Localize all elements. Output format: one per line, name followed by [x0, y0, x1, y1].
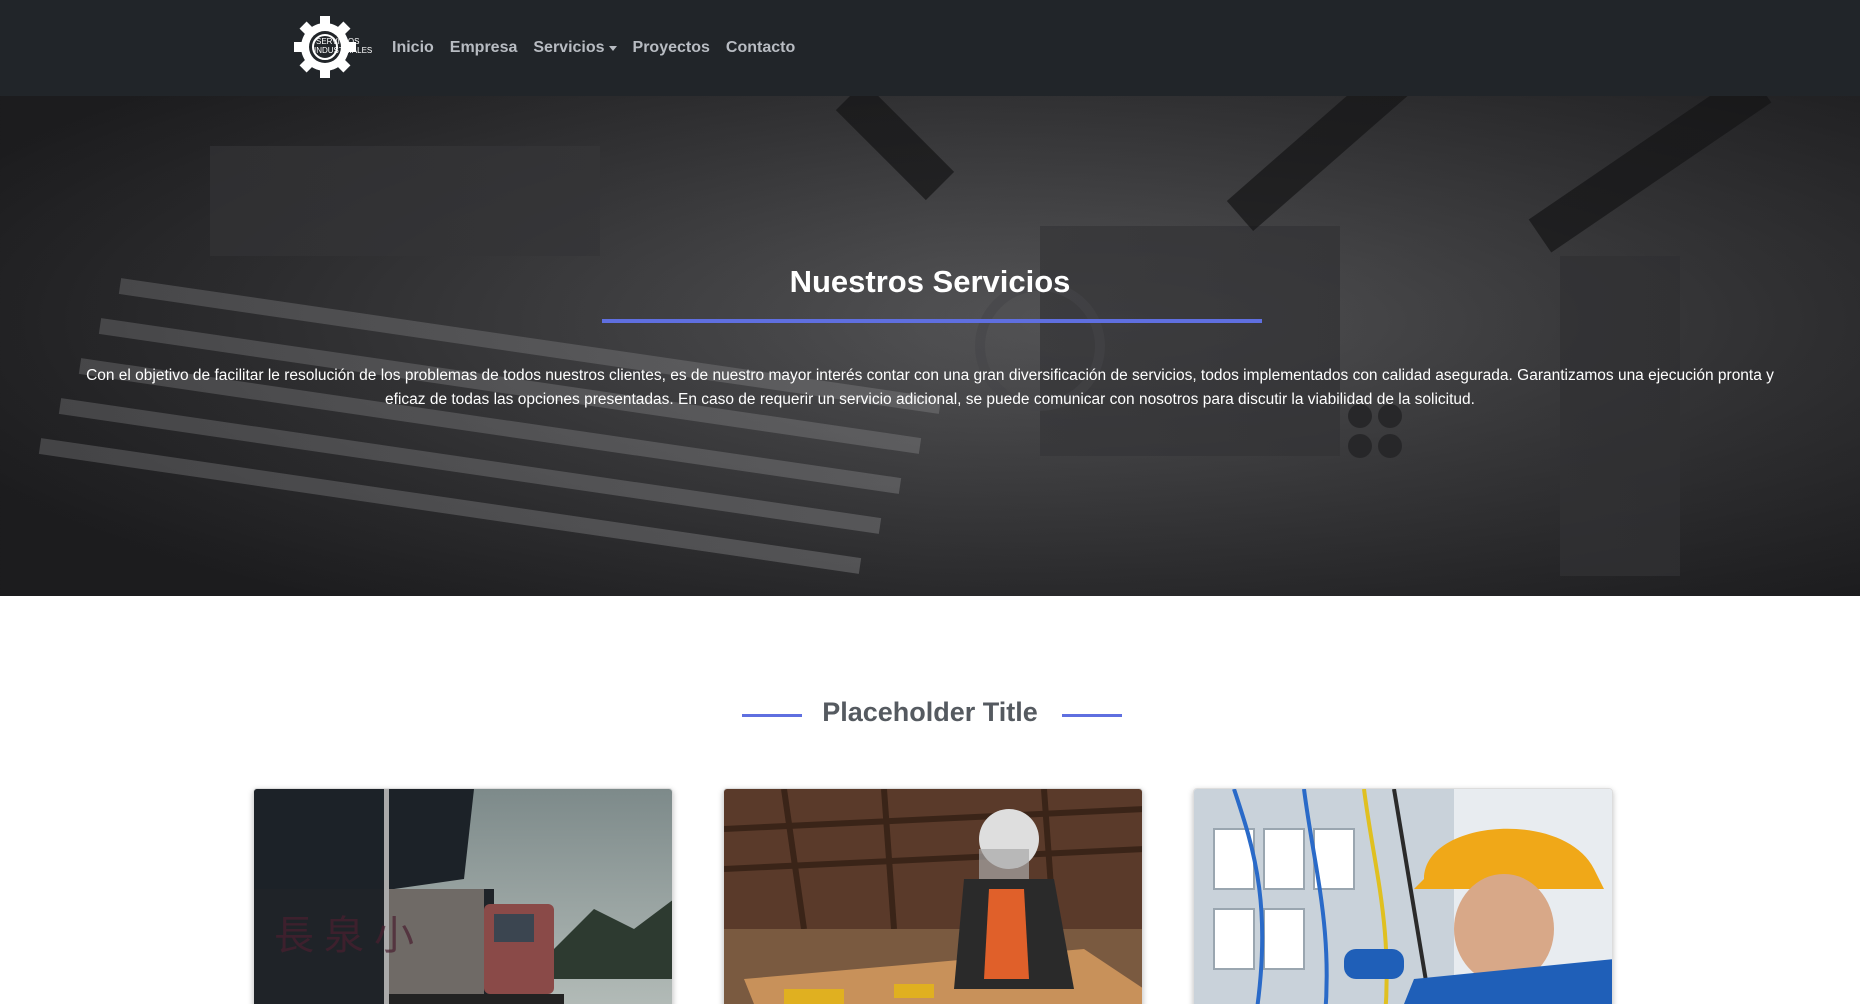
- hero-title: Nuestros Servicios: [789, 264, 1071, 299]
- nav-link-inicio[interactable]: Inicio: [392, 39, 434, 57]
- nav-link-proyectos[interactable]: Proyectos: [633, 39, 710, 57]
- nav-link-proyectos-label: Proyectos: [632, 39, 710, 56]
- service-card-fabrication[interactable]: [723, 788, 1143, 1004]
- section-title: Placeholder Title: [822, 697, 1038, 727]
- service-card-transport[interactable]: 長 泉 小: [253, 788, 673, 1004]
- nav-link-servicios-label: Servicios: [533, 39, 605, 56]
- nav-link-contacto-label: Contacto: [725, 39, 796, 56]
- hero-banner: Nuestros Servicios Con el objetivo de fa…: [0, 96, 1860, 596]
- svg-text:INDUSTRIALES: INDUSTRIALES: [314, 46, 372, 55]
- truck-photo-image: 長 泉 小: [254, 789, 672, 1004]
- electrician-photo-image: [1194, 789, 1612, 1004]
- gear-logo-icon: SERVICIOS INDUSTRIALES: [294, 16, 372, 78]
- company-logo[interactable]: SERVICIOS INDUSTRIALES: [292, 14, 374, 80]
- nav-link-inicio-label: Inicio: [392, 39, 434, 56]
- hero-title-underline: [602, 319, 1262, 323]
- worker-welding-photo-image: [724, 789, 1142, 1004]
- navbar: SERVICIOS INDUSTRIALES Inicio Empresa Se…: [0, 0, 1860, 96]
- hero-description-line2: eficaz de todas las opciones presentadas…: [385, 391, 1475, 408]
- svg-text:SERVICIOS: SERVICIOS: [316, 37, 359, 46]
- nav-link-empresa[interactable]: Empresa: [450, 39, 518, 57]
- service-card-electrical[interactable]: [1193, 788, 1613, 1004]
- section-title-right-line: [1062, 714, 1122, 717]
- svg-text:長 泉 小: 長 泉 小: [274, 913, 414, 958]
- hero-description: Con el objetivo de facilitar le resoluci…: [60, 364, 1800, 412]
- nav-link-empresa-label: Empresa: [449, 39, 518, 56]
- hero-description-line1: Con el objetivo de facilitar le resoluci…: [86, 367, 1774, 384]
- nav-dropdown-servicios[interactable]: Servicios: [533, 39, 617, 57]
- caret-down-icon: [608, 45, 617, 51]
- nav-menu: Inicio Empresa Servicios Proyectos Conta…: [392, 0, 795, 96]
- nav-link-contacto[interactable]: Contacto: [726, 39, 795, 57]
- hero-overlay: [0, 96, 1860, 596]
